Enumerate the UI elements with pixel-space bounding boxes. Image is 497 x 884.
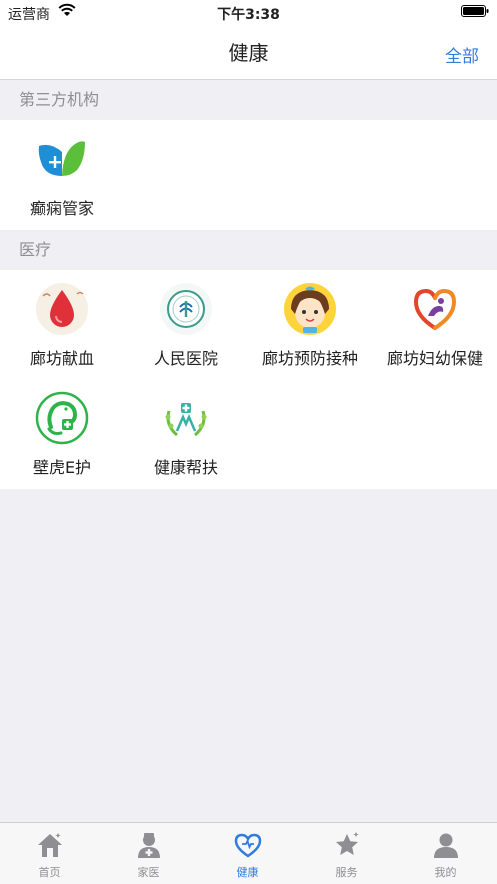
tab-label: 健康 xyxy=(236,866,259,879)
blood-drop-icon xyxy=(36,283,88,335)
heart-icon xyxy=(234,833,262,858)
status-bar: 运营商 下午3:38 xyxy=(0,0,497,24)
tab-bar: 首页 家医 健康 服务 我的 xyxy=(0,822,497,884)
tab-services[interactable]: 服务 xyxy=(297,823,396,884)
battery-icon xyxy=(461,5,489,17)
tab-label: 家医 xyxy=(137,866,160,879)
wreath-icon xyxy=(160,392,212,444)
tile-label: 廊坊献血 xyxy=(29,349,94,368)
person-icon xyxy=(434,833,458,858)
tile-label: 壁虎E护 xyxy=(32,458,92,477)
tab-label: 我的 xyxy=(434,866,457,879)
tab-label: 首页 xyxy=(38,866,61,879)
section-header-third-party: 第三方机构 xyxy=(0,80,497,120)
tab-health[interactable]: 健康 xyxy=(198,823,297,884)
tile-langfang-vaccination[interactable]: 廊坊预防接种 xyxy=(248,270,372,380)
mother-child-icon xyxy=(409,283,461,335)
tile-label: 癫痫管家 xyxy=(29,199,94,218)
tab-mine[interactable]: 我的 xyxy=(396,823,495,884)
tile-health-assistance[interactable]: 健康帮扶 xyxy=(124,379,248,489)
child-face-icon xyxy=(284,283,336,335)
tab-family-doctor[interactable]: 家医 xyxy=(99,823,198,884)
tile-label: 廊坊预防接种 xyxy=(261,349,358,368)
tile-langfang-blood-donation[interactable]: 廊坊献血 xyxy=(0,270,124,380)
tile-label: 健康帮扶 xyxy=(153,458,218,477)
tile-peoples-hospital[interactable]: 人民医院 xyxy=(124,270,248,380)
tile-gecko-e-care[interactable]: 壁虎E护 xyxy=(0,379,124,489)
tab-label: 服务 xyxy=(335,866,358,879)
section-medical: 廊坊献血 人民医院 廊坊预防接种 廊坊妇幼保健 壁虎E护 健康帮扶 xyxy=(0,270,497,489)
hospital-logo-icon xyxy=(160,283,212,335)
clock: 下午3:38 xyxy=(217,7,280,23)
doctor-icon xyxy=(138,833,160,858)
view-all-button[interactable]: 全部 xyxy=(445,42,479,67)
star-icon xyxy=(336,832,359,855)
gecko-icon xyxy=(35,391,89,445)
page-title: 健康 xyxy=(228,41,269,65)
home-icon xyxy=(38,833,62,857)
tab-home[interactable]: 首页 xyxy=(0,823,99,884)
tile-label: 人民医院 xyxy=(153,349,218,368)
tile-label: 廊坊妇幼保健 xyxy=(386,349,483,368)
section-third-party: 癫痫管家 xyxy=(0,120,497,230)
tile-langfang-maternal-child[interactable]: 廊坊妇幼保健 xyxy=(373,270,497,380)
tile-epilepsy-manager[interactable]: 癫痫管家 xyxy=(0,120,124,230)
leaf-plus-icon xyxy=(38,141,85,176)
navigation-bar: 健康 全部 xyxy=(0,24,497,80)
section-header-medical: 医疗 xyxy=(0,230,497,270)
